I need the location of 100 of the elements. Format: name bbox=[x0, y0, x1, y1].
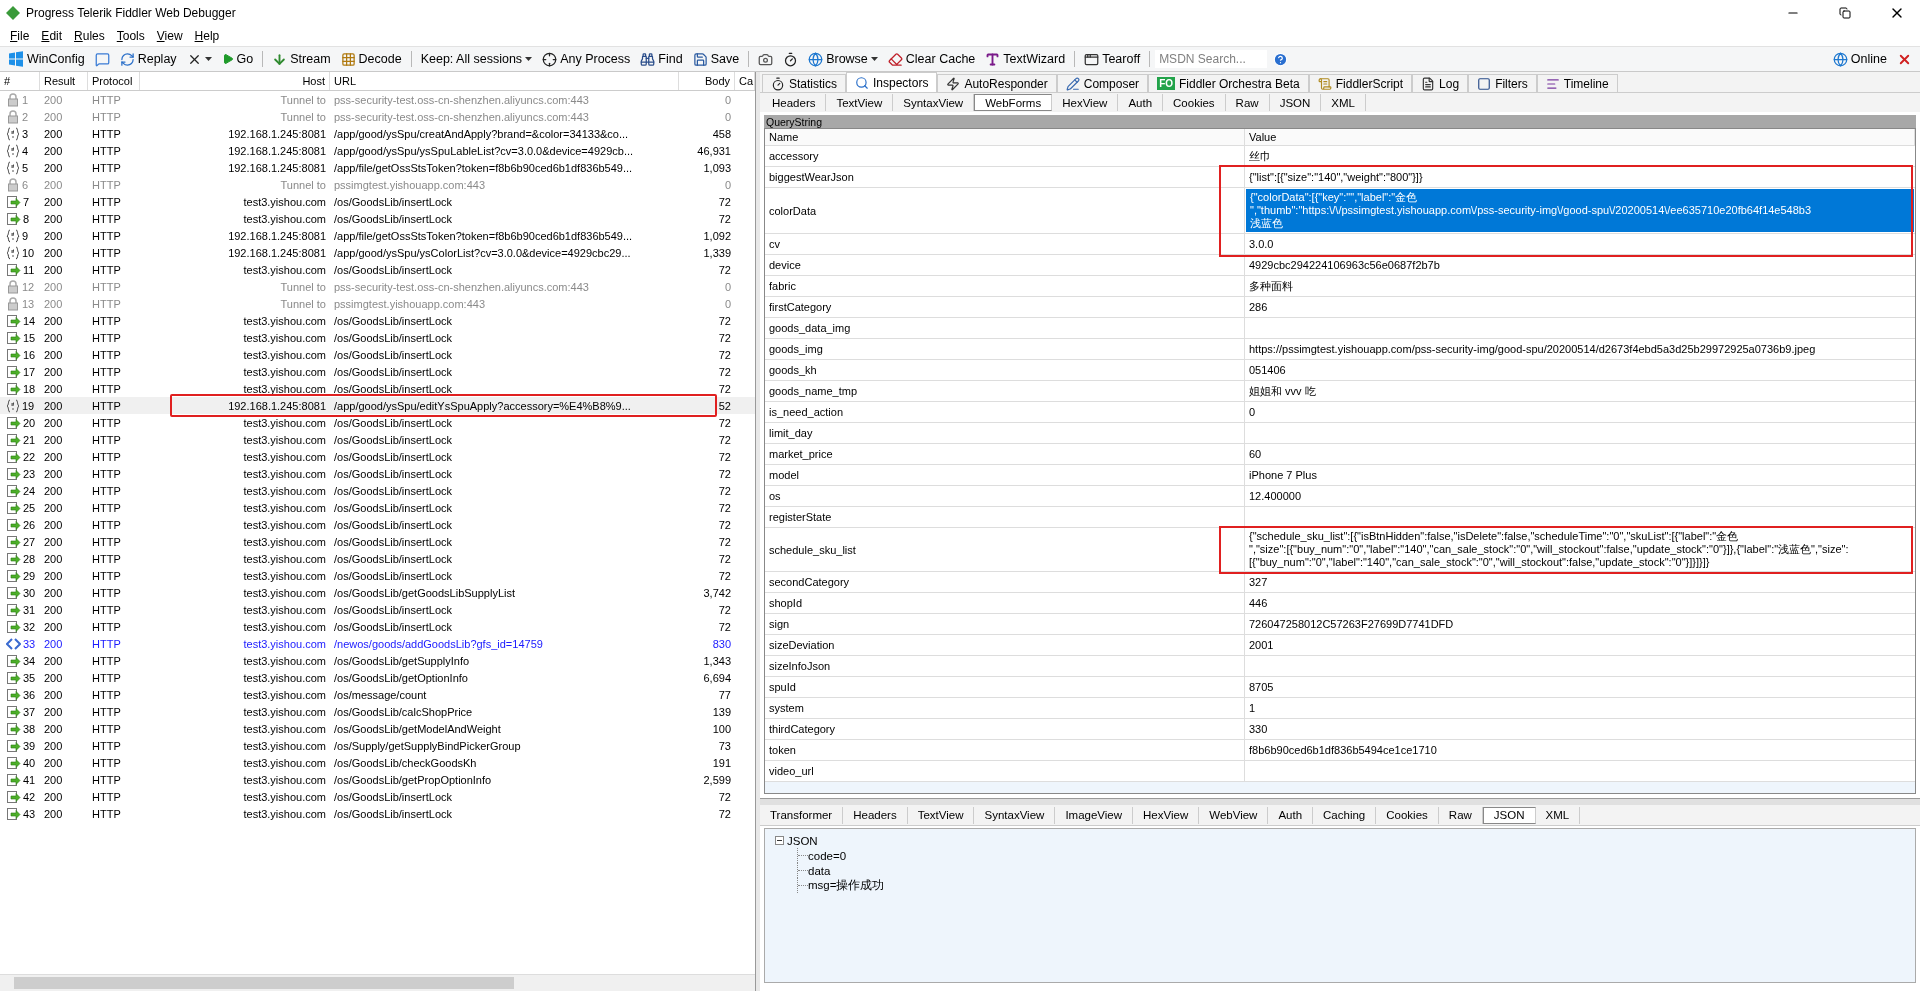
tab[interactable]: JSON bbox=[1482, 806, 1536, 824]
session-row[interactable]: 27 200 HTTP test3.yishou.com /os/GoodsLib/insertLock 72 bbox=[0, 533, 755, 550]
menu-item[interactable]: File bbox=[4, 29, 36, 43]
session-row[interactable]: 43 200 HTTP test3.yishou.com /os/GoodsLib/insertLock 72 bbox=[0, 805, 755, 822]
session-row[interactable]: 3 200 HTTP 192.168.1.245:8081 /app/good/ysSpu/creatAndApply?brand=&color=34133&co... 458 bbox=[0, 125, 755, 142]
tab[interactable]: HexView bbox=[1052, 94, 1119, 111]
session-row[interactable]: 40 200 HTTP test3.yishou.com /os/GoodsLib/checkGoodsKh 191 bbox=[0, 754, 755, 771]
session-row[interactable]: 5 200 HTTP 192.168.1.245:8081 /app/file/getOssStsToken?token=f8b6b90ced6b1df836b549... 1,093 bbox=[0, 159, 755, 176]
column-header[interactable]: Result bbox=[40, 72, 88, 90]
session-row[interactable]: 1 200 HTTP Tunnel to pss-security-test.oss-cn-shenzhen.aliyuncs.com:443 0 bbox=[0, 91, 755, 108]
splitter[interactable] bbox=[760, 798, 1920, 805]
column-header[interactable]: Ca bbox=[735, 72, 755, 90]
session-row[interactable]: 24 200 HTTP test3.yishou.com /os/GoodsLib/insertLock 72 bbox=[0, 482, 755, 499]
toolbar-button[interactable]: Decode bbox=[336, 48, 406, 70]
session-row[interactable]: 6 200 HTTP Tunnel to pssimgtest.yishouapp.com:443 0 bbox=[0, 176, 755, 193]
session-row[interactable]: 14 200 HTTP test3.yishou.com /os/GoodsLib/insertLock 72 bbox=[0, 312, 755, 329]
tab[interactable]: Statistics bbox=[762, 74, 846, 92]
session-row[interactable]: 25 200 HTTP test3.yishou.com /os/GoodsLib/insertLock 72 bbox=[0, 499, 755, 516]
session-row[interactable]: 22 200 HTTP test3.yishou.com /os/GoodsLib/insertLock 72 bbox=[0, 448, 755, 465]
session-row[interactable]: 7 200 HTTP test3.yishou.com /os/GoodsLib/insertLock 72 bbox=[0, 193, 755, 210]
toolbar-button[interactable]: Keep: All sessions bbox=[416, 48, 537, 70]
tab[interactable]: Raw bbox=[1225, 94, 1270, 111]
tab[interactable]: Raw bbox=[1438, 806, 1483, 824]
tab[interactable]: XML bbox=[1321, 94, 1366, 111]
tab[interactable]: FO Fiddler Orchestra Beta bbox=[1148, 74, 1309, 92]
session-row[interactable]: 4 200 HTTP 192.168.1.245:8081 /app/good/ysSpu/ysSpuLableList?cv=3.0.0&device=4929cb... 46,931 bbox=[0, 142, 755, 159]
tab[interactable]: Cookies bbox=[1376, 806, 1439, 824]
online-button[interactable]: Online bbox=[1828, 48, 1891, 70]
tab[interactable]: Inspectors bbox=[846, 72, 938, 92]
menu-item[interactable]: View bbox=[150, 29, 189, 43]
session-row[interactable]: 38 200 HTTP test3.yishou.com /os/GoodsLib/getModelAndWeight 100 bbox=[0, 720, 755, 737]
tab[interactable]: SyntaxView bbox=[974, 806, 1056, 824]
session-row[interactable]: 18 200 HTTP test3.yishou.com /os/GoodsLib/insertLock 72 bbox=[0, 380, 755, 397]
session-row[interactable]: 36 200 HTTP test3.yishou.com /os/message/count 77 bbox=[0, 686, 755, 703]
tree-node[interactable]: msg=操作成功 bbox=[808, 878, 885, 893]
session-row[interactable]: 13 200 HTTP Tunnel to pssimgtest.yishouapp.com:443 0 bbox=[0, 295, 755, 312]
session-row[interactable]: 41 200 HTTP test3.yishou.com /os/GoodsLib/getPropOptionInfo 2,599 bbox=[0, 771, 755, 788]
session-row[interactable]: 16 200 HTTP test3.yishou.com /os/GoodsLib/insertLock 72 bbox=[0, 346, 755, 363]
tab[interactable]: Headers bbox=[762, 94, 827, 111]
menu-item[interactable]: Edit bbox=[35, 29, 69, 43]
column-header[interactable]: Host bbox=[140, 72, 330, 90]
tree-node[interactable]: data bbox=[808, 864, 831, 877]
session-row[interactable]: 31 200 HTTP test3.yishou.com /os/GoodsLib/insertLock 72 bbox=[0, 601, 755, 618]
session-row[interactable]: 9 200 HTTP 192.168.1.245:8081 /app/file/getOssStsToken?token=f8b6b90ced6b1df836b549... 1,092 bbox=[0, 227, 755, 244]
tab[interactable]: Timeline bbox=[1536, 74, 1618, 92]
tab[interactable]: Transformer bbox=[760, 806, 844, 824]
session-row[interactable]: 11 200 HTTP test3.yishou.com /os/GoodsLib/insertLock 72 bbox=[0, 261, 755, 278]
menu-item[interactable]: Help bbox=[188, 29, 226, 43]
session-row[interactable]: 12 200 HTTP Tunnel to pss-security-test.oss-cn-shenzhen.aliyuncs.com:443 0 bbox=[0, 278, 755, 295]
session-row[interactable]: 29 200 HTTP test3.yishou.com /os/GoodsLib/insertLock 72 bbox=[0, 567, 755, 584]
session-row[interactable]: 21 200 HTTP test3.yishou.com /os/GoodsLib/insertLock 72 bbox=[0, 431, 755, 448]
toolbar-button[interactable]: Tearoff bbox=[1080, 48, 1145, 70]
tab[interactable]: Caching bbox=[1313, 806, 1377, 824]
toolbar-button[interactable]: WinConfig bbox=[4, 48, 89, 70]
toolbar-button[interactable]: Stream bbox=[268, 48, 335, 70]
tab[interactable]: TextView bbox=[826, 94, 894, 111]
tab[interactable]: Log bbox=[1412, 74, 1469, 92]
search-field[interactable]: MSDN Search... bbox=[1155, 50, 1268, 68]
tab[interactable]: AutoResponder bbox=[937, 74, 1057, 92]
tree-node[interactable]: code=0 bbox=[808, 849, 847, 862]
tab[interactable]: Cookies bbox=[1163, 94, 1226, 111]
toolbar-button[interactable]: TextWizard bbox=[981, 48, 1070, 70]
tab[interactable]: JSON bbox=[1269, 94, 1322, 111]
toolbar-button[interactable]: Save bbox=[688, 48, 744, 70]
session-row[interactable]: 39 200 HTTP test3.yishou.com /os/Supply/getSupplyBindPickerGroup 73 bbox=[0, 737, 755, 754]
session-row[interactable]: 28 200 HTTP test3.yishou.com /os/GoodsLib/insertLock 72 bbox=[0, 550, 755, 567]
column-header[interactable]: Protocol bbox=[88, 72, 140, 90]
menu-item[interactable]: Tools bbox=[110, 29, 151, 43]
tab[interactable]: WebForms bbox=[974, 94, 1053, 111]
toolbar-button[interactable]: Go bbox=[217, 48, 258, 70]
toolbar-button[interactable]: Clear Cache bbox=[883, 48, 980, 70]
session-row[interactable]: 30 200 HTTP test3.yishou.com /os/GoodsLib/getGoodsLibSupplyList 3,742 bbox=[0, 584, 755, 601]
tab[interactable]: Auth bbox=[1118, 94, 1164, 111]
column-header[interactable]: Body bbox=[679, 72, 735, 90]
session-row[interactable]: 32 200 HTTP test3.yishou.com /os/GoodsLib/insertLock 72 bbox=[0, 618, 755, 635]
session-row[interactable]: 35 200 HTTP test3.yishou.com /os/GoodsLib/getOptionInfo 6,694 bbox=[0, 669, 755, 686]
session-row[interactable]: 20 200 HTTP test3.yishou.com /os/GoodsLib/insertLock 72 bbox=[0, 414, 755, 431]
session-row[interactable]: 33 200 HTTP test3.yishou.com /newos/goods/addGoodsLib?gfs_id=14759 830 bbox=[0, 635, 755, 652]
column-header[interactable]: # bbox=[0, 72, 40, 90]
session-row[interactable]: 37 200 HTTP test3.yishou.com /os/GoodsLib/calcShopPrice 139 bbox=[0, 703, 755, 720]
session-row[interactable]: 26 200 HTTP test3.yishou.com /os/GoodsLib/insertLock 72 bbox=[0, 516, 755, 533]
tab[interactable]: Headers bbox=[843, 806, 908, 824]
session-row[interactable]: 2 200 HTTP Tunnel to pss-security-test.oss-cn-shenzhen.aliyuncs.com:443 0 bbox=[0, 108, 755, 125]
toolbar-button[interactable]: Browse bbox=[804, 48, 882, 70]
tab[interactable]: Composer bbox=[1056, 74, 1149, 92]
tab[interactable]: Auth bbox=[1268, 806, 1314, 824]
session-row[interactable]: 19 200 HTTP 192.168.1.245:8081 /app/good/ysSpu/editYsSpuApply?accessory=%E4%B8%9... 52 bbox=[0, 397, 755, 414]
tab[interactable]: TextView bbox=[907, 806, 975, 824]
session-row[interactable]: 10 200 HTTP 192.168.1.245:8081 /app/good/ysSpu/ysColorList?cv=3.0.0&device=4929cbc29... 1,339 bbox=[0, 244, 755, 261]
session-row[interactable]: 23 200 HTTP test3.yishou.com /os/GoodsLib/insertLock 72 bbox=[0, 465, 755, 482]
toolbar-button[interactable]: Any Process bbox=[538, 48, 635, 70]
session-row[interactable]: 17 200 HTTP test3.yishou.com /os/GoodsLib/insertLock 72 bbox=[0, 363, 755, 380]
table-cell[interactable]: {"colorData":[{"key":"","label":"金色 ","thumb":"https:\/\/pssimgtest.yishouapp.com\/pss-security-img\/good-spu\/20200514\/ee635710e20fb64f14e548b3 浅蓝色 bbox=[1246, 189, 1914, 232]
tab[interactable]: XML bbox=[1535, 806, 1581, 824]
tab[interactable]: HexView bbox=[1133, 806, 1200, 824]
session-row[interactable]: 8 200 HTTP test3.yishou.com /os/GoodsLib/insertLock 72 bbox=[0, 210, 755, 227]
toolbar-button[interactable]: Replay bbox=[115, 48, 181, 70]
tab[interactable]: Filters bbox=[1468, 74, 1537, 92]
tab[interactable]: FiddlerScript bbox=[1308, 74, 1413, 92]
tree-node[interactable]: JSON bbox=[787, 834, 818, 847]
